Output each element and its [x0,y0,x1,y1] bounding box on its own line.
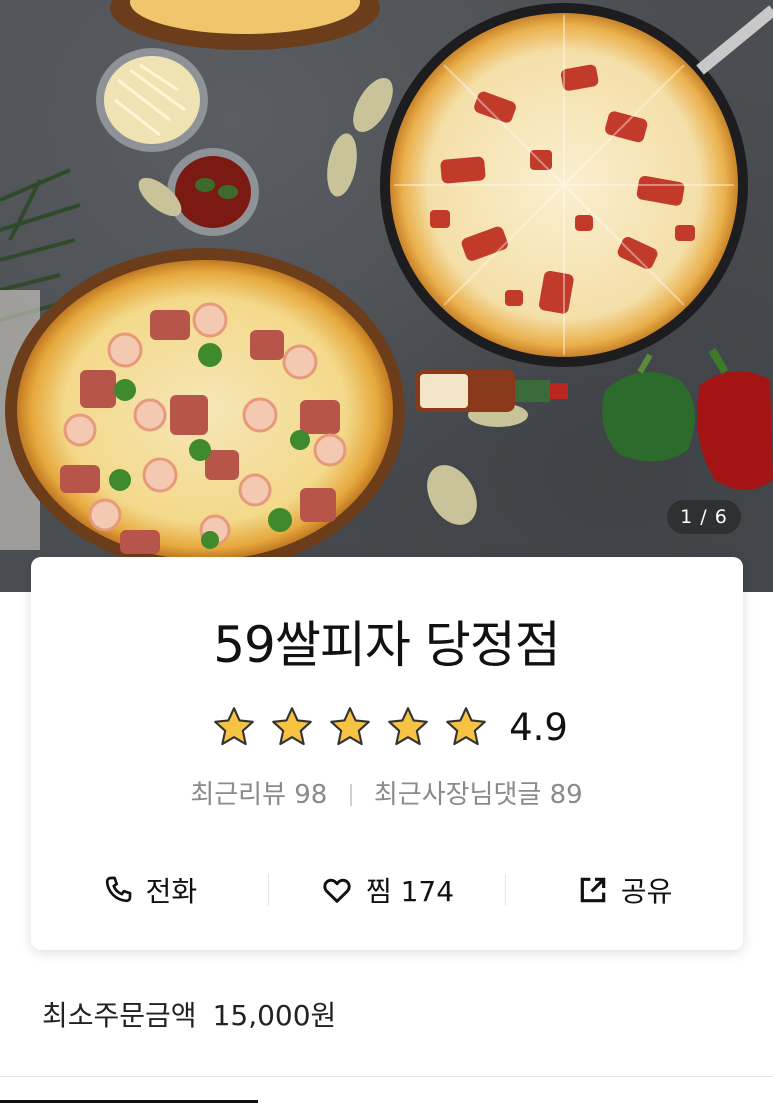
heart-icon [323,878,351,903]
separator [349,784,352,806]
store-hero-image[interactable]: 1 / 6 [0,0,773,592]
review-summary: 최근리뷰 98 최근사장님댓글 89 [0,775,773,815]
image-counter: 1 / 6 [667,500,741,534]
star-icon [330,707,370,746]
rating-score: 4.9 [509,705,568,749]
share-icon [580,877,606,903]
call-label: 전화 [145,875,198,908]
min-order-row: 최소주문금액 15,000원 [42,994,336,1038]
star-icon [388,707,428,746]
action-bar: 전화 찜 174 공유 [31,860,743,920]
owner-reply-count[interactable]: 최근사장님댓글 89 [374,780,583,810]
call-button[interactable]: 전화 [31,860,268,920]
store-name: 59쌀피자 당정점 [213,616,561,674]
phone-icon [105,876,131,903]
pizza-photo [0,0,773,572]
share-button[interactable]: 공유 [506,860,743,920]
favorite-button[interactable]: 찜 174 [269,860,506,920]
star-icon [446,707,486,746]
share-label: 공유 [620,875,673,908]
recent-review-count[interactable]: 최근리뷰 98 [190,780,327,810]
store-rating: 4.9 [0,700,773,754]
tab-indicator[interactable] [0,1100,258,1118]
star-icon [214,707,254,746]
min-order-label: 최소주문금액 [42,999,197,1032]
divider [0,1076,773,1077]
min-order-amount: 15,000원 [212,999,337,1032]
star-icon [272,707,312,746]
favorite-label: 찜 174 [365,875,455,908]
